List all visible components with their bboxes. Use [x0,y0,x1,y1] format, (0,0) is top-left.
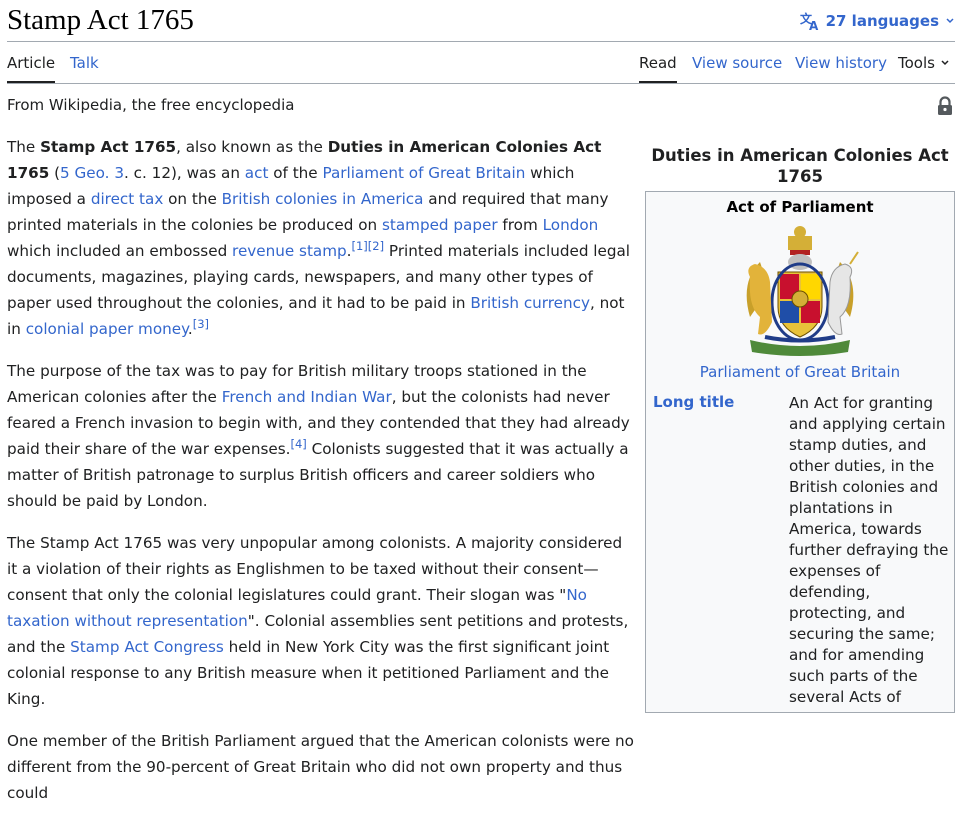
article-body: The Stamp Act 1765, also known as the Du… [7,134,634,822]
long-title-value: An Act for granting and applying certain… [789,394,949,706]
paragraph-4: One member of the British Parliament arg… [7,728,634,806]
text-run: One member of the British Parliament arg… [7,732,634,802]
article-link[interactable]: stamped paper [382,216,498,234]
infobox-row-long-title: Long title An Act for granting and apply… [646,393,954,708]
text-run: of the [268,164,323,182]
tools-menu-button[interactable]: Tools [898,54,950,72]
article-link[interactable]: London [543,216,599,234]
tab-read[interactable]: Read [639,54,677,83]
infobox-table: Act of Parliament Parliament of Great Br… [645,191,955,713]
tab-view-source[interactable]: View source [692,54,782,72]
bold-term: Stamp Act 1765 [40,138,177,156]
infobox-caption: Duties in American Colonies Act 1765 [651,146,949,186]
text-run: The [7,138,41,156]
article-link[interactable]: revenue stamp [232,242,347,260]
article-link[interactable]: act [245,164,269,182]
text-run: which included an embossed [7,242,233,260]
article-link[interactable]: British currency [470,294,590,312]
citation-link[interactable]: [1] [352,239,368,253]
text-run: on the [163,190,222,208]
coat-of-arms-icon[interactable] [730,222,870,360]
citation-link[interactable]: [4] [290,437,306,451]
article-link[interactable]: direct tax [91,190,164,208]
text-run: from [497,216,543,234]
infobox: Duties in American Colonies Act 1765 Act… [645,142,955,713]
languages-label: 27 languages [825,12,939,30]
article-link[interactable]: French and Indian War [222,388,392,406]
chevron-down-icon [940,54,950,72]
text-run: , also known as the [176,138,328,156]
translate-icon: 文 A [800,11,820,31]
paragraph-3: The Stamp Act 1765 was very unpopular am… [7,530,634,712]
text-run: The Stamp Act 1765 was very unpopular am… [7,534,623,604]
tab-view-history[interactable]: View history [795,54,887,72]
paragraph-1: The Stamp Act 1765, also known as the Du… [7,134,634,342]
text-run: ( [49,164,61,182]
title-row: Stamp Act 1765 文 A 27 languages [7,0,955,42]
chevron-down-icon [945,16,955,26]
paragraph-2: The purpose of the tax was to pay for Br… [7,358,634,514]
tab-article[interactable]: Article [7,54,56,83]
lock-icon[interactable] [936,96,954,120]
article-link[interactable]: Parliament of Great Britain [322,164,525,182]
tools-label: Tools [898,54,935,72]
text-run: . c. 12), was an [124,164,245,182]
article-link[interactable]: Stamp Act Congress [70,638,224,656]
languages-button[interactable]: 文 A 27 languages [800,11,955,31]
article-link[interactable]: 5 Geo. 3 [60,164,124,182]
article-link[interactable]: colonial paper money [26,320,188,338]
tagline: From Wikipedia, the free encyclopedia [7,96,295,114]
page-title: Stamp Act 1765 [7,4,194,36]
article-link[interactable]: British colonies in America [222,190,424,208]
page: Stamp Act 1765 文 A 27 languages Article … [0,0,967,802]
tabs-row: Article Talk Read View source View histo… [7,42,955,84]
tab-talk[interactable]: Talk [70,54,99,72]
parliament-link[interactable]: Parliament of Great Britain [646,363,954,381]
infobox-subheader: Act of Parliament [726,198,874,216]
citation-link[interactable]: [2] [368,239,384,253]
long-title-label[interactable]: Long title [646,393,789,708]
citation-link[interactable]: [3] [193,317,209,331]
svg-text:A: A [809,19,819,31]
